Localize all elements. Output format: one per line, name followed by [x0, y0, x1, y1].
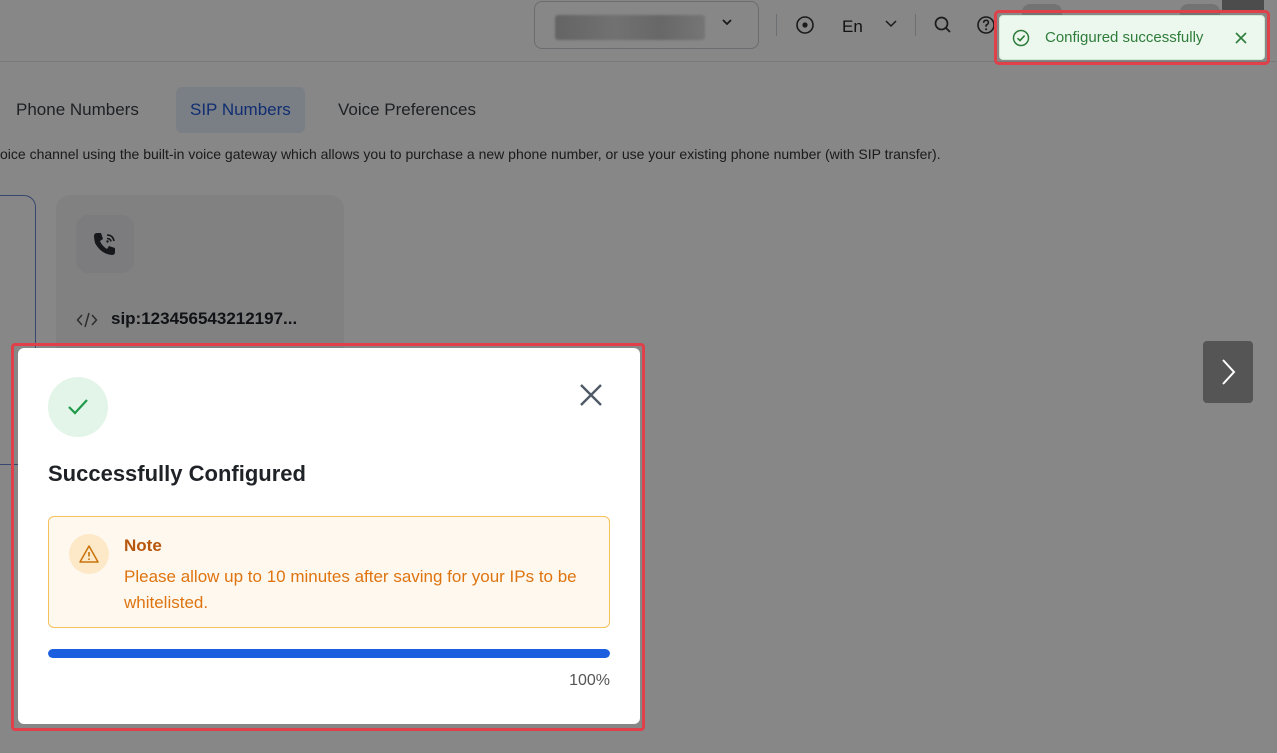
- progress-bar: [48, 649, 610, 658]
- check-icon: [68, 399, 88, 415]
- app-page: En Phone Numbers SIP Numbers Voice Prefe…: [0, 0, 1277, 753]
- note-body: Please allow up to 10 minutes after savi…: [124, 567, 577, 612]
- toast-message: Configured successfully: [1045, 29, 1204, 46]
- check-circle-icon: [1012, 29, 1030, 47]
- next-arrow-button[interactable]: [1203, 341, 1253, 403]
- success-dialog: Successfully Configured Note Please allo…: [18, 348, 640, 724]
- warning-badge: [69, 534, 109, 574]
- close-icon[interactable]: [578, 382, 604, 408]
- close-icon[interactable]: [1233, 30, 1249, 46]
- warning-icon: [79, 545, 99, 563]
- note-title: Note: [124, 536, 162, 555]
- note-box: Note Please allow up to 10 minutes after…: [48, 516, 610, 628]
- corner-element: [1222, 0, 1264, 10]
- dialog-title: Successfully Configured: [48, 461, 306, 486]
- progress-fill: [48, 649, 610, 658]
- success-toast: Configured successfully: [999, 15, 1265, 60]
- chevron-right-icon: [1222, 359, 1236, 385]
- success-badge: [48, 377, 108, 437]
- progress-label: 100%: [569, 672, 610, 689]
